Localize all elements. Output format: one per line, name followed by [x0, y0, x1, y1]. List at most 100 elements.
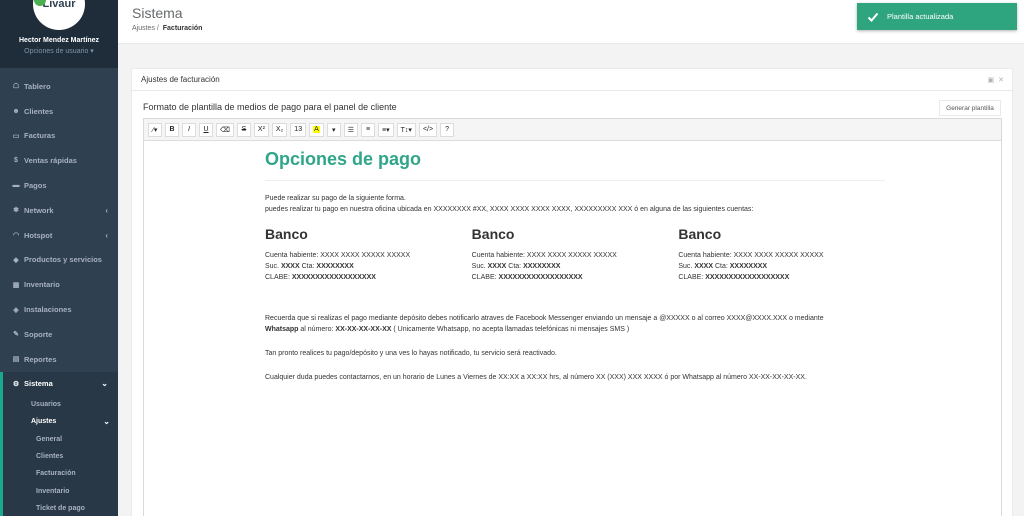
cta-value: XXXXXXXX	[729, 263, 768, 270]
cogs-icon: ⚙	[12, 380, 20, 388]
bank-holder: Cuenta habiente: XXXX XXXX XXXXX XXXXX	[678, 252, 824, 259]
sidebar-subitem-clientes[interactable]: Clientes	[3, 448, 118, 465]
sidebar-item-label: Ventas rápidas	[24, 156, 77, 166]
editor-content[interactable]: Opciones de pago Puede realizar su pago …	[265, 149, 885, 396]
cta-value: XXXXXXXX	[316, 263, 354, 270]
paragraph-align-button[interactable]: ≡▾	[378, 122, 394, 137]
sidebar-item-ventas-rapidas[interactable]: $ Ventas rápidas	[0, 148, 118, 173]
billing-settings-panel: Ajustes de facturación ▣ ✕ Formato de pl…	[131, 68, 1013, 516]
bank-name: Banco	[471, 226, 515, 242]
ordered-list-button[interactable]: ≡	[361, 122, 376, 137]
strikethrough-button[interactable]: S	[236, 122, 251, 137]
user-name: Hector Mendez Martínez	[18, 37, 100, 44]
code-view-button[interactable]: </>	[418, 122, 438, 137]
note-contact: Cualquier duda puedes contactarnos, en u…	[265, 374, 807, 381]
sidebar-item-label: Sistema	[24, 379, 53, 389]
avatar[interactable]: Livaur	[33, 0, 85, 30]
magic-style-button[interactable]: ⁄▾	[148, 122, 162, 137]
sidebar-item-clientes[interactable]: ☻ Clientes	[0, 99, 118, 124]
cta-label: Cta:	[508, 263, 522, 270]
template-title: Opciones de pago	[265, 149, 885, 181]
bank-clabe: CLABE: XXXXXXXXXXXXXXXXXX	[678, 272, 885, 283]
font-color-icon: A	[313, 126, 320, 133]
close-icon[interactable]: ✕	[998, 76, 1004, 84]
note-number: XX-XX-XX-XX-XX	[335, 326, 392, 333]
cta-value: XXXXXXXX	[523, 263, 561, 270]
subscript-button[interactable]: X₂	[271, 122, 288, 137]
sidebar-subitem-facturacion[interactable]: Facturación	[3, 465, 118, 482]
chevron-left-icon: ‹	[105, 230, 108, 240]
sidebar-item-label: Pagos	[24, 181, 47, 191]
sidebar-item-hotspot[interactable]: ◠ Hotspot ‹	[0, 223, 118, 248]
sidebar-subitem-ajustes[interactable]: Ajustes ⌄	[3, 413, 118, 430]
sidebar-item-reportes[interactable]: ▤ Reportes	[0, 347, 118, 372]
success-toast[interactable]: Plantilla actualizada	[857, 3, 1017, 30]
bank-list: Banco Cuenta habiente: XXXX XXXX XXXXX X…	[265, 226, 885, 283]
suc-value: XXXX	[487, 263, 507, 270]
wrench-icon: ✎	[13, 331, 19, 339]
sidebar-item-label: Productos y servicios	[24, 255, 102, 265]
suc-value: XXXX	[694, 263, 713, 270]
strikethrough-icon: S	[241, 126, 247, 133]
sidebar-item-label: Facturas	[24, 131, 56, 141]
bank-name: Banco	[678, 226, 722, 242]
font-color-caret[interactable]: ▾	[326, 122, 341, 137]
sidebar-item-soporte[interactable]: ✎ Soporte	[0, 322, 118, 347]
sidebar-item-productos-servicios[interactable]: ◆ Productos y servicios	[0, 248, 118, 273]
sidebar-item-inventario[interactable]: ▦ Inventario	[0, 272, 118, 297]
sidebar-subitem-ticket-de-pago[interactable]: Ticket de pago	[3, 500, 118, 516]
font-color-button[interactable]: A	[309, 122, 324, 137]
line-height-button[interactable]: T↕▾	[396, 122, 416, 137]
panel-tools: ▣ ✕	[988, 76, 1005, 84]
sidebar-item-sistema[interactable]: ⚙ Sistema ⌄	[0, 371, 118, 397]
sidebar-item-facturas[interactable]: ▭ Facturas	[0, 124, 118, 149]
cubes-icon: ▦	[12, 281, 20, 289]
sidebar-subitem-label: Ajustes	[31, 418, 57, 426]
save-icon[interactable]: ▣	[988, 76, 995, 84]
dashboard-icon: ☖	[12, 83, 20, 91]
breadcrumb: Ajustes / Facturación	[132, 25, 202, 32]
italic-button[interactable]: I	[182, 122, 196, 137]
sidebar-item-instalaciones[interactable]: ◈ Instalaciones	[0, 297, 118, 322]
sidebar-item-network[interactable]: ✱ Network ‹	[0, 198, 118, 223]
clabe-value: XXXXXXXXXXXXXXXXXX	[498, 274, 583, 281]
clabe-label: CLABE:	[265, 274, 290, 281]
clabe-label: CLABE:	[678, 274, 704, 281]
bank-clabe: CLABE: XXXXXXXXXXXXXXXXXX	[472, 272, 679, 283]
clabe-label: CLABE:	[471, 274, 497, 281]
eraser-button[interactable]: ⌫	[216, 122, 234, 137]
network-icon: ✱	[13, 207, 19, 215]
generate-template-button[interactable]: Generar plantilla	[939, 100, 1001, 116]
breadcrumb-separator: /	[156, 25, 159, 32]
note-text: ( Unicamente Whatsapp, no acepta llamada…	[391, 326, 630, 333]
wifi-icon: ◠	[12, 232, 20, 240]
template-notes: Recuerda que si realizas el pago mediant…	[265, 313, 885, 383]
sidebar-item-tablero[interactable]: ☖ Tablero	[0, 74, 118, 99]
sidebar-item-label: Inventario	[24, 280, 60, 290]
bank-account: Suc. XXXX Cta: XXXXXXXX	[678, 261, 885, 272]
underline-button[interactable]: U	[199, 122, 213, 137]
note-text: al número:	[298, 326, 336, 333]
sidebar-subitem-general[interactable]: General	[3, 430, 118, 447]
font-size-button[interactable]: 13	[290, 122, 307, 137]
sidebar-item-pagos[interactable]: ▬ Pagos	[0, 173, 118, 198]
sidebar-item-label: Hotspot	[24, 230, 53, 240]
superscript-button[interactable]: X²	[253, 122, 269, 137]
chevron-down-icon: ⌄	[103, 417, 110, 427]
sidebar-subitem-inventario[interactable]: Inventario	[3, 483, 118, 500]
intro-line: Puede realizar su pago de la siguiente f…	[265, 195, 406, 202]
suc-label: Suc.	[678, 263, 693, 270]
unordered-list-button[interactable]: ☰	[343, 122, 359, 137]
sidebar-item-label: Tablero	[24, 81, 51, 91]
help-button[interactable]: ?	[440, 122, 455, 137]
note-reactivation: Tan pronto realices tu pago/depósito y u…	[265, 350, 557, 357]
install-icon: ◈	[13, 306, 19, 314]
cta-label: Cta:	[301, 263, 315, 270]
sidebar-nav: ☖ Tablero ☻ Clientes ▭ Facturas $ Ventas ráp…	[0, 74, 118, 516]
bank-holder: Cuenta habiente: XXXX XXXX XXXXX XXXXX	[471, 252, 617, 259]
user-options-dropdown[interactable]: Opciones de usuario ▾	[0, 47, 118, 55]
breadcrumb-ajustes[interactable]: Ajustes	[132, 25, 155, 32]
note-text: Recuerda que si realizas el pago mediant…	[265, 315, 824, 322]
bold-button[interactable]: B	[165, 122, 179, 137]
sidebar-subitem-usuarios[interactable]: Usuarios	[3, 396, 118, 413]
